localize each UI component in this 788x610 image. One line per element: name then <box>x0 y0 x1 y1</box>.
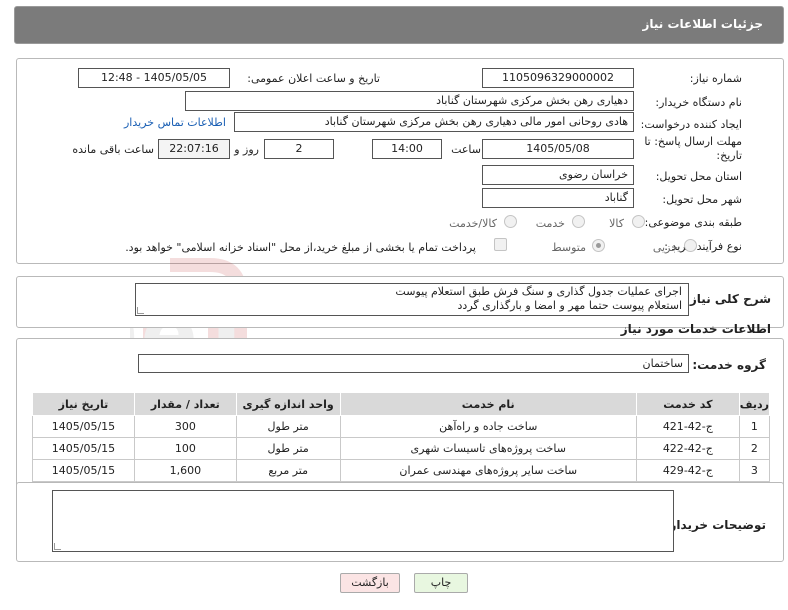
cell-code: ج-42-421 <box>635 415 740 438</box>
treasury-payment-checkbox[interactable] <box>494 238 507 251</box>
description-line-2: استعلام پیوست حتما مهر و امضا و بارگذاری… <box>457 299 682 312</box>
col-header-name: نام خدمت <box>339 392 637 416</box>
deadline-time-field[interactable]: 14:00 <box>372 139 442 159</box>
cell-unit: متر طول <box>235 437 341 460</box>
table-row[interactable]: 2 ج-42-422 ساخت پروژه‌های تاسیسات شهری م… <box>32 437 771 460</box>
cell-row: 2 <box>738 437 771 460</box>
category-service-label: خدمت <box>535 217 565 230</box>
description-label: شرح کلی نیاز: <box>685 292 771 306</box>
purchase-medium-radio[interactable] <box>592 239 605 252</box>
cell-unit: متر مربع <box>235 459 341 482</box>
cell-date: 1405/05/15 <box>32 459 135 482</box>
cell-row: 3 <box>738 459 771 482</box>
buyer-org-field[interactable]: دهیاری رهن بخش مرکزی شهرستان گناباد <box>185 91 634 111</box>
category-label: طبقه بندی موضوعی: <box>644 216 742 229</box>
table-row[interactable]: 1 ج-42-421 ساخت جاده و راه‌آهن متر طول 3… <box>32 415 771 438</box>
buyer-org-label: نام دستگاه خریدار: <box>655 96 742 109</box>
deadline-date-field[interactable]: 1405/05/08 <box>482 139 634 159</box>
need-number-field[interactable]: 1105096329000002 <box>482 68 634 88</box>
category-goods-service-radio[interactable] <box>504 215 517 228</box>
city-label: شهر محل تحویل: <box>662 193 742 206</box>
resize-handle-icon[interactable] <box>54 543 61 550</box>
cell-date: 1405/05/15 <box>32 437 135 460</box>
cell-name: ساخت پروژه‌های تاسیسات شهری <box>339 437 637 460</box>
col-header-row: ردیف <box>738 392 771 416</box>
cell-name: ساخت جاده و راه‌آهن <box>339 415 637 438</box>
purchase-minor-label: جزیی <box>652 241 678 254</box>
cell-code: ج-42-429 <box>635 459 740 482</box>
purchase-minor-radio[interactable] <box>684 239 697 252</box>
cell-code: ج-42-422 <box>635 437 740 460</box>
description-textarea[interactable]: اجرای عملیات جدول گذاری و سنگ فرش طبق اس… <box>135 283 689 316</box>
table-row[interactable]: 3 ج-42-429 ساخت سایر پروژه‌های مهندسی عم… <box>32 459 771 482</box>
services-table-header: ردیف کد خدمت نام خدمت واحد اندازه گیری ت… <box>32 392 771 416</box>
col-header-date: تاریخ نیاز <box>32 392 135 416</box>
service-group-field[interactable]: ساختمان <box>138 354 689 373</box>
cell-name: ساخت سایر پروژه‌های مهندسی عمران <box>339 459 637 482</box>
category-service-radio[interactable] <box>572 215 585 228</box>
remaining-time-label: ساعت باقی مانده <box>72 143 154 156</box>
deadline-label-line1: مهلت ارسال پاسخ: تا <box>644 135 742 148</box>
province-field[interactable]: خراسان رضوی <box>482 165 634 185</box>
need-number-label: شماره نیاز: <box>689 72 742 85</box>
announce-datetime-field[interactable]: 1405/05/05 - 12:48 <box>78 68 230 88</box>
days-remaining-field[interactable]: 2 <box>264 139 334 159</box>
deadline-label: مهلت ارسال پاسخ: تا تاریخ: <box>644 135 742 163</box>
services-table: ردیف کد خدمت نام خدمت واحد اندازه گیری ت… <box>32 392 771 482</box>
resize-handle-icon[interactable] <box>137 307 144 314</box>
announce-label: تاریخ و ساعت اعلان عمومی: <box>247 72 380 85</box>
purchase-medium-label: متوسط <box>551 241 586 254</box>
creator-field[interactable]: هادی روحانی امور مالی دهیاری رهن بخش مرک… <box>234 112 634 132</box>
page-title: جزئیات اطلاعات نیاز <box>642 17 763 31</box>
days-label: روز و <box>234 143 259 156</box>
treasury-payment-note: پرداخت تمام یا بخشی از مبلغ خرید،از محل … <box>125 241 476 254</box>
cell-date: 1405/05/15 <box>32 415 135 438</box>
back-button[interactable]: بازگشت <box>340 573 400 593</box>
cell-unit: متر طول <box>235 415 341 438</box>
cell-qty: 1,600 <box>133 459 237 482</box>
page-header: جزئیات اطلاعات نیاز <box>14 6 784 44</box>
col-header-code: کد خدمت <box>635 392 740 416</box>
cell-qty: 100 <box>133 437 237 460</box>
category-goods-label: کالا <box>609 217 624 230</box>
print-button[interactable]: چاپ <box>414 573 468 593</box>
deadline-label-line2: تاریخ: <box>716 149 742 162</box>
buyer-notes-textarea[interactable] <box>52 490 674 552</box>
col-header-qty: تعداد / مقدار <box>133 392 237 416</box>
description-line-1: اجرای عملیات جدول گذاری و سنگ فرش طبق اس… <box>395 285 682 298</box>
category-goods-radio[interactable] <box>632 215 645 228</box>
remaining-time-field: 22:07:16 <box>158 139 230 159</box>
services-section-title: اطلاعات خدمات مورد نیاز <box>620 322 771 336</box>
category-goods-service-label: کالا/خدمت <box>449 217 497 230</box>
buyer-notes-label: توضیحات خریدار: <box>664 518 766 532</box>
creator-label: ایجاد کننده درخواست: <box>640 118 742 131</box>
city-field[interactable]: گناباد <box>482 188 634 208</box>
cell-qty: 300 <box>133 415 237 438</box>
cell-row: 1 <box>738 415 771 438</box>
deadline-time-label: ساعت <box>451 143 481 156</box>
buyer-contact-link[interactable]: اطلاعات تماس خریدار <box>124 116 226 129</box>
col-header-unit: واحد اندازه گیری <box>235 392 341 416</box>
province-label: استان محل تحویل: <box>655 170 742 183</box>
service-group-label: گروه خدمت: <box>692 358 766 372</box>
